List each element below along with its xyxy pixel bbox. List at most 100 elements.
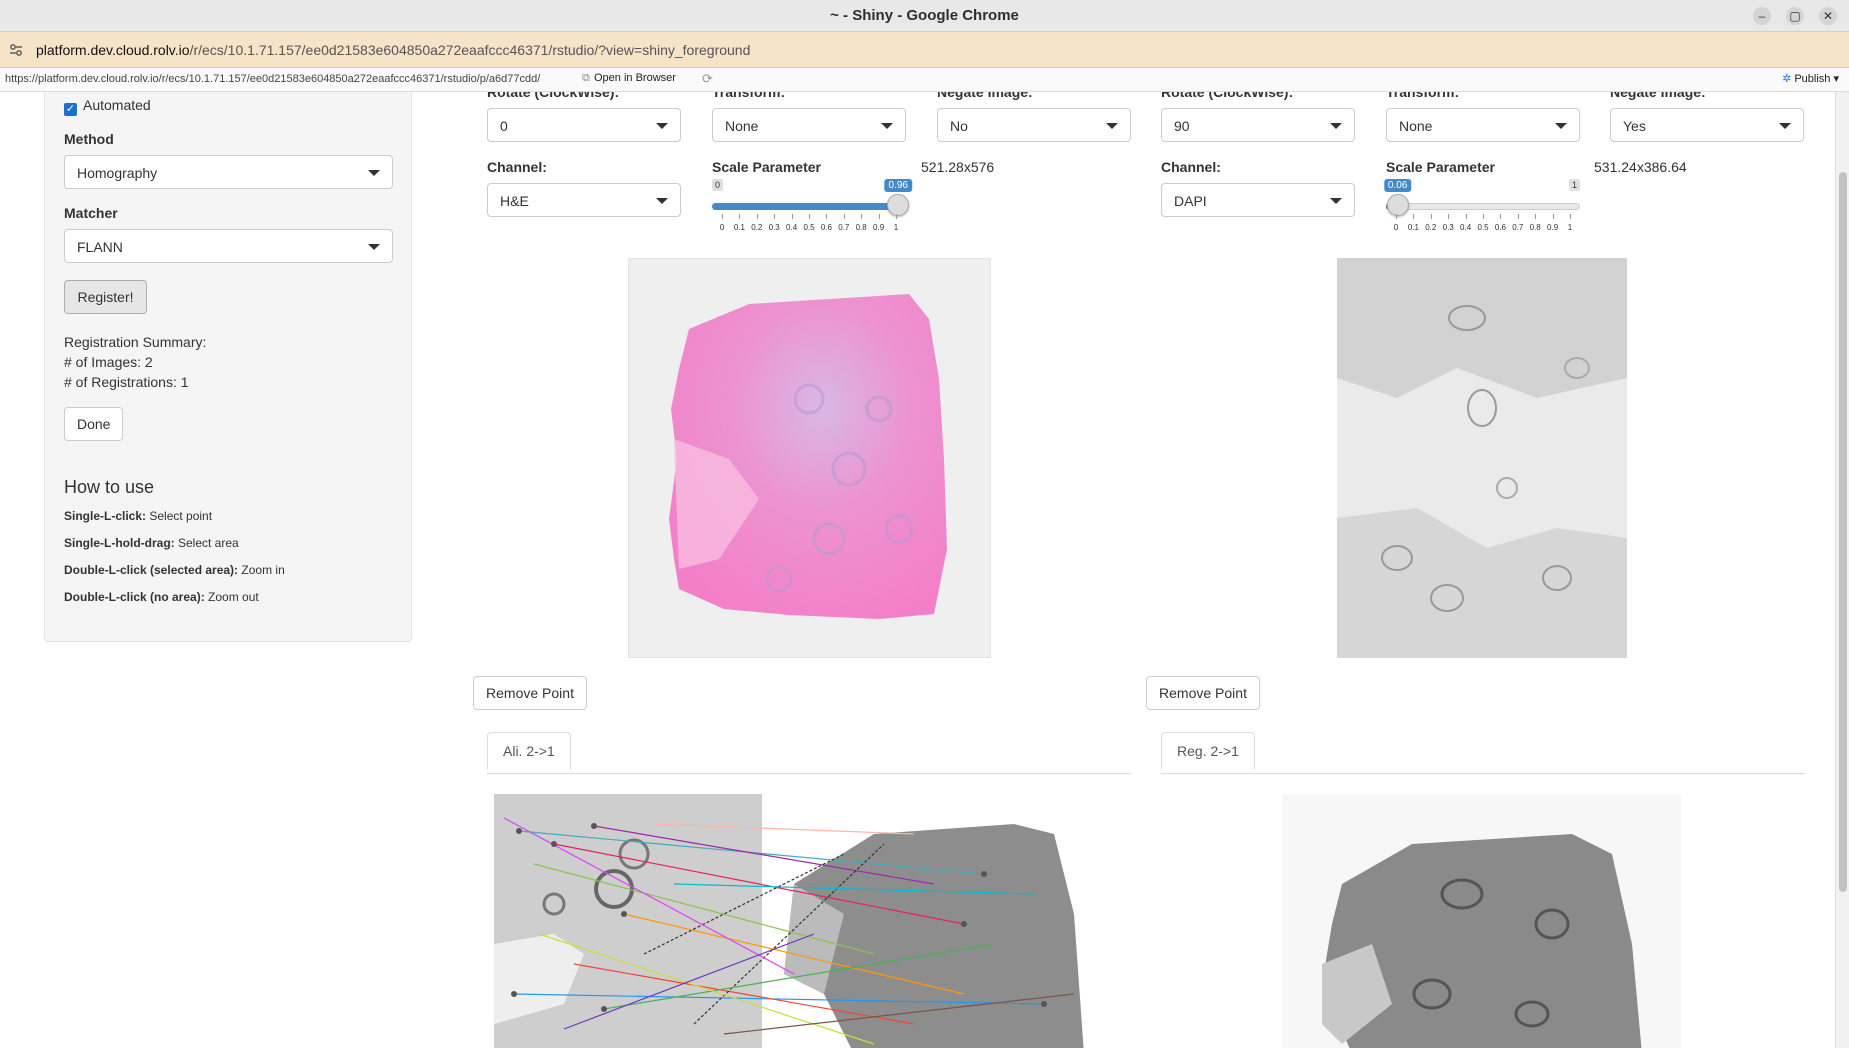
summary-images: # of Images: 2 [64,354,153,370]
slider-track [1386,203,1580,210]
slider-tick [843,214,845,219]
slider-tick-label: 0.8 [1529,223,1541,232]
rotate-value: 0 [500,118,508,134]
summary-registrations: # of Registrations: 1 [64,374,189,390]
slider-tick-label: 0.6 [820,223,832,232]
register-button[interactable]: Register! [64,280,147,314]
publish-label: Publish [1794,73,1831,85]
url-host: platform.dev.cloud.rolv.io [36,42,190,58]
slider-handle[interactable] [1386,194,1409,216]
howto-key: Single-L-hold-drag: [64,536,175,550]
window-title: ~ - Shiny - Google Chrome [830,7,1019,24]
tab-registration[interactable]: Reg. 2->1 [1161,732,1255,770]
slider-tick [861,214,863,219]
method-value: Homography [77,165,158,181]
refresh-icon[interactable]: ⟳ [702,71,713,87]
slider-tick-label: 0.7 [838,223,850,232]
rotate-label: Rotate (ClockWise): [487,92,620,100]
slider-tick-label: 0.8 [855,223,867,232]
viewer-toolbar: https://platform.dev.cloud.rolv.io/r/ecs… [0,68,1849,92]
scrollbar-thumb[interactable] [1839,172,1847,892]
negate-select[interactable]: Yes [1610,108,1804,142]
alignment-image[interactable] [494,794,1124,1048]
slider-tick [1535,214,1537,219]
slider-tick-label: 0.3 [1442,223,1454,232]
slider-tick [1448,214,1450,219]
howto-key: Double-L-click (no area): [64,590,205,604]
automated-label: Automated [83,97,151,113]
slider-tick [809,214,810,219]
slider-tick [826,214,828,219]
close-icon[interactable]: ✕ [1819,7,1837,25]
scale-slider[interactable]: 0 0.96 0 0.1 0.2 0.3 0.4 0.5 0.6 0.7 0.8 0.9 1 [712,179,912,232]
tab-alignment[interactable]: Ali. 2->1 [487,732,571,770]
method-select[interactable]: Homography [64,155,393,189]
slider-tick [1483,214,1484,219]
chevron-down-icon [368,170,380,176]
channel-select[interactable]: DAPI [1161,183,1355,217]
negate-value: No [950,118,968,134]
slider-tick-label: 0.1 [1407,223,1419,232]
image-dimensions: 531.24x386.64 [1594,159,1687,175]
image-dimensions: 521.28x576 [921,159,995,175]
negate-value: Yes [1623,118,1646,134]
open-in-browser-button[interactable]: ⧉ Open in Browser [582,72,676,85]
matcher-label: Matcher [64,205,118,221]
slider-tick [1552,214,1554,219]
he-image[interactable] [628,258,991,658]
automated-checkbox[interactable]: ✓ Automated [64,97,151,116]
channel-select[interactable]: H&E [487,183,681,217]
slider-tick [1500,214,1502,219]
slider-tick-label: 0.2 [1425,223,1437,232]
matcher-value: FLANN [77,239,123,255]
chevron-down-icon [656,198,668,204]
howto-item: Double-L-click (no area): Zoom out [64,590,259,604]
howto-desc: Zoom in [241,563,285,577]
viewer-url: https://platform.dev.cloud.rolv.io/r/ecs… [5,73,541,85]
rotate-select[interactable]: 90 [1161,108,1355,142]
dapi-image[interactable] [1337,258,1627,658]
howto-item: Single-L-hold-drag: Select area [64,536,239,550]
site-info-icon[interactable] [8,42,24,58]
registration-image[interactable] [1282,794,1681,1048]
done-button[interactable]: Done [64,407,123,441]
window-titlebar: ~ - Shiny - Google Chrome – ▢ ✕ [0,0,1849,32]
matcher-select[interactable]: FLANN [64,229,393,263]
url-text[interactable]: platform.dev.cloud.rolv.io/r/ecs/10.1.71… [36,42,750,58]
page-scrollbar[interactable] [1835,92,1849,1048]
negate-label: Negate Image: [1610,92,1706,100]
address-bar[interactable]: platform.dev.cloud.rolv.io/r/ecs/10.1.71… [0,32,1849,68]
channel-value: H&E [500,193,529,209]
slider-tick [739,214,741,219]
maximize-icon[interactable]: ▢ [1786,7,1804,25]
slider-tick [722,214,723,219]
publish-button[interactable]: ✲ Publish ▾ [1782,72,1839,85]
remove-point-button[interactable]: Remove Point [473,676,587,710]
slider-tick [756,214,758,219]
slider-tick [1396,214,1397,219]
rotate-label: Rotate (ClockWise): [1161,92,1294,100]
slider-tick-label: 0.1 [733,223,745,232]
summary-title: Registration Summary: [64,334,207,350]
transform-select[interactable]: None [1386,108,1580,142]
method-label: Method [64,131,114,147]
slider-handle[interactable] [887,194,910,216]
rotate-select[interactable]: 0 [487,108,681,142]
url-path: /r/ecs/10.1.71.157/ee0d21583e604850a272e… [189,42,751,58]
app-viewport: ✓ Automated Method Homography Matcher FLA… [0,92,1849,1048]
checkmark-icon: ✓ [64,103,77,116]
open-in-browser-label: Open in Browser [594,72,676,84]
slider-value-label: 0.96 [884,179,912,192]
howto-item: Single-L-click: Select point [64,509,212,523]
slider-tick-label: 0.4 [786,223,798,232]
slider-tick-label: 0.2 [751,223,763,232]
minimize-icon[interactable]: – [1753,7,1771,25]
slider-tick [896,214,897,219]
remove-point-button[interactable]: Remove Point [1146,676,1260,710]
negate-select[interactable]: No [937,108,1131,142]
scale-slider[interactable]: 1 0.06 0 0.1 0.2 0.3 0.4 0.5 0.6 0.7 0.8 0.9 1 [1383,179,1580,232]
transform-value: None [1399,118,1433,134]
slider-tick-label: 0.6 [1494,223,1506,232]
transform-select[interactable]: None [712,108,906,142]
howto-desc: Select point [149,509,213,523]
